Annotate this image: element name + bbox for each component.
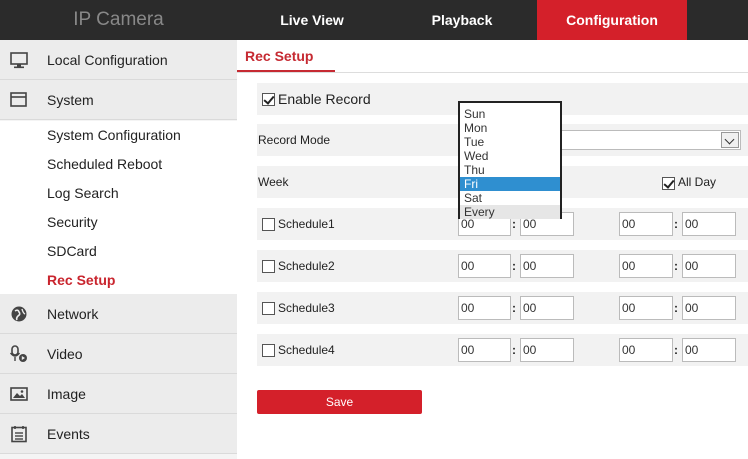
week-option-every[interactable]: Every — [460, 205, 560, 219]
schedule4-end-minute[interactable]: 00 — [682, 338, 736, 362]
sidebar: Local Configuration System System Config… — [0, 40, 237, 459]
sidebar-item-label: System — [47, 92, 94, 108]
sidebar-subitem-label: Log Search — [47, 185, 119, 201]
week-option-tue[interactable]: Tue — [460, 135, 560, 149]
sidebar-subitem-label: Scheduled Reboot — [47, 156, 163, 172]
sidebar-subitem-security[interactable]: Security — [0, 208, 237, 237]
tab-rec-setup[interactable]: Rec Setup — [245, 40, 313, 72]
week-option-thu[interactable]: Thu — [460, 163, 560, 177]
schedule1-end-minute[interactable]: 00 — [682, 212, 736, 236]
window-icon — [10, 92, 27, 107]
sidebar-item-label: Image — [47, 386, 86, 402]
schedule2-end-hour[interactable]: 00 — [619, 254, 673, 278]
schedule2-checkbox[interactable] — [262, 260, 275, 273]
calendar-icon — [11, 426, 27, 443]
week-option-sat[interactable]: Sat — [460, 191, 560, 205]
schedule3-checkbox[interactable] — [262, 302, 275, 315]
sidebar-subitem-scheduled-reboot[interactable]: Scheduled Reboot — [0, 150, 237, 179]
week-option-wed[interactable]: Wed — [460, 149, 560, 163]
monitor-icon — [10, 52, 28, 69]
microphone-icon — [9, 345, 27, 362]
schedule1-checkbox[interactable] — [262, 218, 275, 231]
enable-record-label: Enable Record — [278, 91, 371, 107]
schedule3-label: Schedule3 — [278, 301, 335, 315]
sidebar-item-video[interactable]: Video — [0, 334, 237, 374]
time-colon: : — [674, 259, 678, 273]
schedule2-end-minute[interactable]: 00 — [682, 254, 736, 278]
record-mode-select[interactable] — [558, 130, 741, 150]
sidebar-subitem-sdcard[interactable]: SDCard — [0, 237, 237, 266]
schedule3-start-hour[interactable]: 00 — [458, 296, 511, 320]
time-colon: : — [674, 217, 678, 231]
schedule2-label: Schedule2 — [278, 259, 335, 273]
schedule3-end-minute[interactable]: 00 — [682, 296, 736, 320]
schedule-row-2: Schedule2 00 : 00 00 : 00 — [257, 250, 748, 282]
schedule1-label: Schedule1 — [278, 217, 335, 231]
save-button[interactable]: Save — [257, 390, 422, 414]
sidebar-item-label: Local Configuration — [47, 52, 168, 68]
sidebar-subitem-label: Security — [47, 214, 98, 230]
schedule3-end-hour[interactable]: 00 — [619, 296, 673, 320]
schedule-row-4: Schedule4 00 : 00 00 : 00 — [257, 334, 748, 366]
brand-title: IP Camera — [73, 9, 164, 30]
nav-live-view[interactable]: Live View — [237, 0, 387, 40]
sidebar-subitem-log-search[interactable]: Log Search — [0, 179, 237, 208]
nav-playback[interactable]: Playback — [387, 0, 537, 40]
record-mode-label: Record Mode — [258, 133, 331, 147]
schedule2-start-hour[interactable]: 00 — [458, 254, 511, 278]
all-day-label: All Day — [678, 175, 717, 189]
sidebar-subitem-label: SDCard — [47, 243, 97, 259]
tab-divider — [237, 72, 748, 73]
week-label: Week — [258, 175, 289, 189]
schedule4-end-hour[interactable]: 00 — [619, 338, 673, 362]
sidebar-subitem-label: System Configuration — [47, 127, 181, 143]
time-colon: : — [512, 301, 516, 315]
schedule3-start-minute[interactable]: 00 — [520, 296, 574, 320]
time-colon: : — [512, 259, 516, 273]
schedule2-start-minute[interactable]: 00 — [520, 254, 574, 278]
schedule-row-3: Schedule3 00 : 00 00 : 00 — [257, 292, 748, 324]
sidebar-item-label: Network — [47, 306, 99, 322]
sidebar-subitem-label: Rec Setup — [47, 272, 116, 288]
sidebar-item-label: Video — [47, 346, 83, 362]
top-bar: IP Camera Live View Playback Configurati… — [0, 0, 748, 40]
image-icon — [10, 387, 28, 401]
sidebar-item-label: Events — [47, 426, 90, 442]
chevron-down-icon[interactable] — [721, 132, 739, 148]
schedule1-end-hour[interactable]: 00 — [619, 212, 673, 236]
schedule4-checkbox[interactable] — [262, 344, 275, 357]
week-dropdown-list[interactable]: Sun Mon Tue Wed Thu Fri Sat Every — [458, 101, 562, 219]
time-colon: : — [674, 343, 678, 357]
all-day-checkbox[interactable] — [662, 177, 675, 190]
week-option-mon[interactable]: Mon — [460, 121, 560, 135]
week-option-fri[interactable]: Fri — [460, 177, 560, 191]
sidebar-item-events[interactable]: Events — [0, 414, 237, 454]
sidebar-item-local-configuration[interactable]: Local Configuration — [0, 40, 237, 80]
sidebar-item-image[interactable]: Image — [0, 374, 237, 414]
sidebar-item-network[interactable]: Network — [0, 294, 237, 334]
sidebar-subitem-rec-setup[interactable]: Rec Setup — [0, 266, 237, 295]
sidebar-subitem-system-configuration[interactable]: System Configuration — [0, 121, 237, 150]
schedule4-start-minute[interactable]: 00 — [520, 338, 574, 362]
time-colon: : — [674, 301, 678, 315]
time-colon: : — [512, 343, 516, 357]
nav-configuration[interactable]: Configuration — [537, 0, 687, 40]
week-option-sun[interactable]: Sun — [460, 107, 560, 121]
schedule4-start-hour[interactable]: 00 — [458, 338, 511, 362]
globe-icon — [11, 306, 27, 322]
enable-record-checkbox[interactable] — [262, 93, 275, 106]
schedule4-label: Schedule4 — [278, 343, 335, 357]
sidebar-item-system[interactable]: System — [0, 80, 237, 120]
